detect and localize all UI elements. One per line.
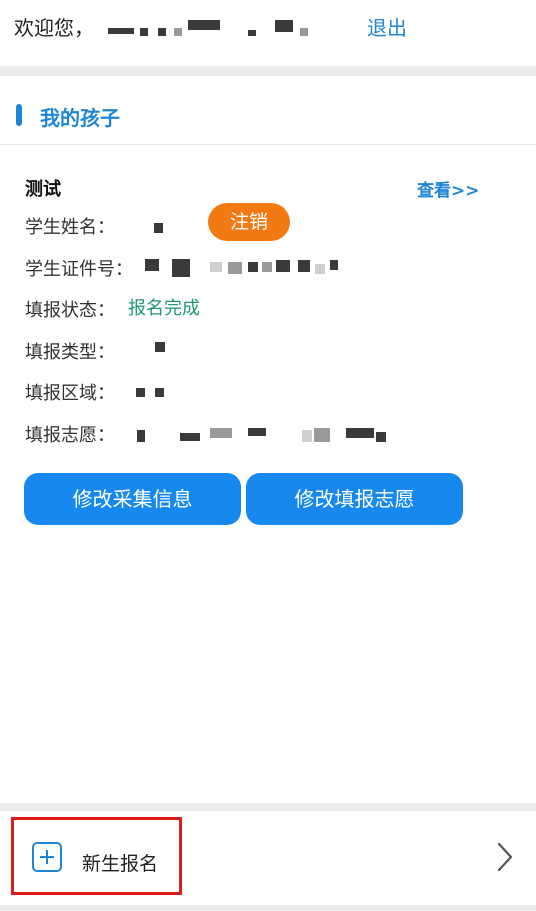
redacted-student-name [154, 223, 163, 233]
status-label: 填报状态： [25, 300, 115, 321]
wish-label: 填报志愿： [25, 425, 115, 446]
type-label: 填报类型： [25, 342, 115, 363]
cancel-button[interactable]: 注销 [208, 203, 290, 241]
plus-icon[interactable] [32, 842, 62, 872]
student-name-label: 学生姓名： [25, 217, 115, 238]
edit-wish-button[interactable]: 修改填报志愿 [246, 473, 463, 525]
status-value: 报名完成 [128, 298, 200, 319]
edit-info-button[interactable]: 修改采集信息 [24, 473, 241, 525]
divider [0, 803, 536, 811]
redacted-type [155, 342, 165, 352]
divider [0, 66, 536, 76]
section-accent-bar [16, 104, 22, 126]
child-name: 测试 [25, 179, 61, 200]
area-label: 填报区域： [25, 383, 115, 404]
section-title: 我的孩子 [40, 106, 120, 130]
divider [0, 905, 536, 911]
welcome-text: 欢迎您， [14, 16, 94, 40]
view-details-link[interactable]: 查看>> [417, 176, 480, 201]
student-id-label: 学生证件号： [25, 259, 133, 280]
logout-link[interactable]: 退出 [367, 12, 407, 41]
divider [0, 144, 536, 145]
chevron-right-icon[interactable] [496, 841, 514, 873]
new-registration-link[interactable]: 新生报名 [82, 849, 158, 876]
